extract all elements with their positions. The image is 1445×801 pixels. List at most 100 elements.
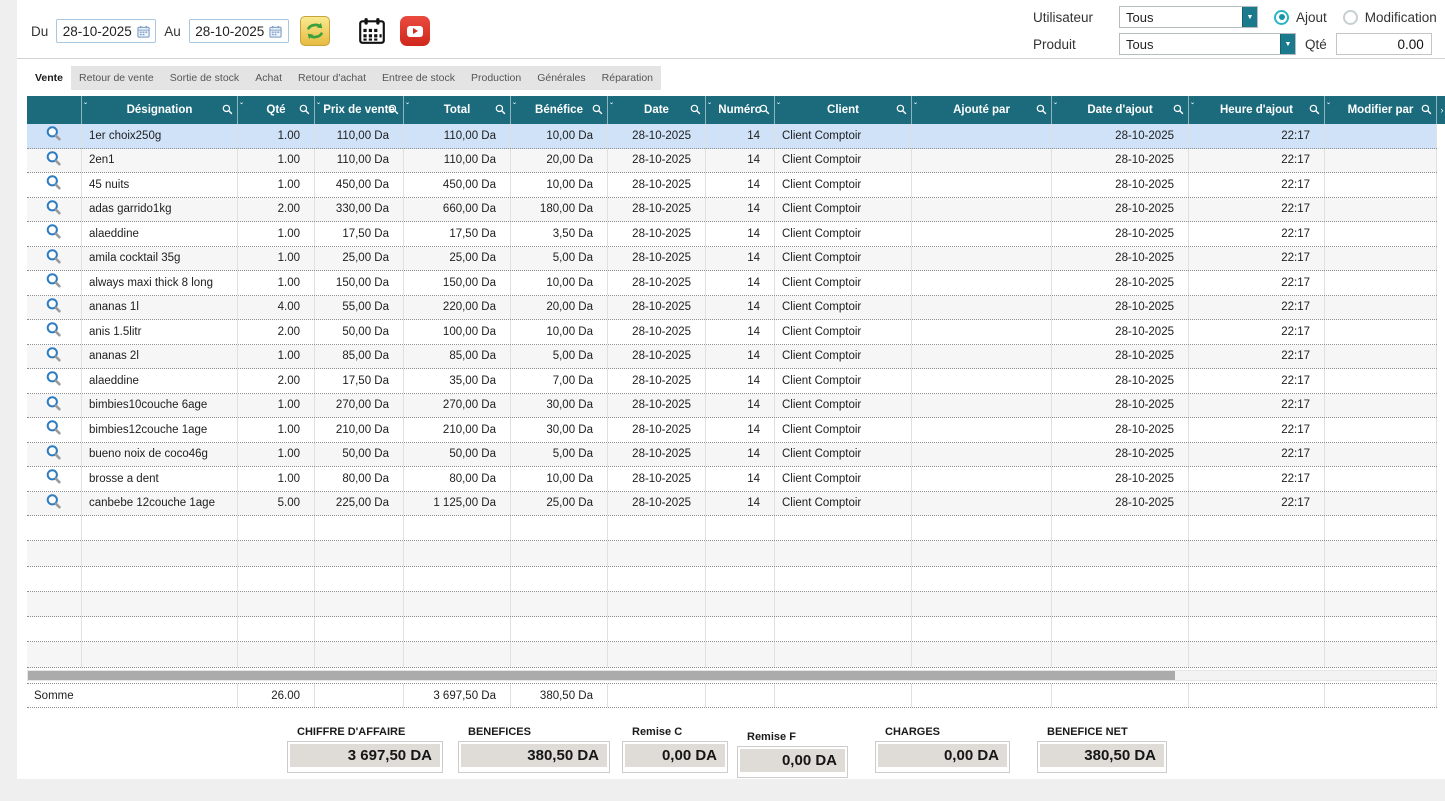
magnifier-icon[interactable] (45, 419, 63, 440)
column-header-client[interactable]: ⌃⌄Client (775, 96, 912, 124)
row-view-cell[interactable] (27, 271, 82, 295)
table-row[interactable]: alaeddine2.0017,50 Da35,00 Da7,00 Da28-1… (27, 369, 1437, 394)
table-row[interactable]: bueno noix de coco46g1.0050,00 Da50,00 D… (27, 443, 1437, 468)
column-search-icon[interactable] (896, 104, 907, 118)
table-row[interactable]: anis 1.5litr2.0050,00 Da100,00 Da10,00 D… (27, 320, 1437, 345)
cell-ajoute-par (912, 394, 1052, 418)
magnifier-icon[interactable] (45, 395, 63, 416)
magnifier-icon[interactable] (45, 199, 63, 220)
du-date-input[interactable]: 28-10-2025 (56, 19, 156, 43)
chevron-down-icon[interactable]: ▼ (1242, 7, 1257, 27)
table-row[interactable]: amila cocktail 35g1.0025,00 Da25,00 Da5,… (27, 247, 1437, 272)
column-header-heure-d-ajout[interactable]: ⌃⌄Heure d'ajout (1189, 96, 1325, 124)
row-view-cell[interactable] (27, 492, 82, 516)
magnifier-icon[interactable] (45, 346, 63, 367)
magnifier-icon[interactable] (45, 125, 63, 146)
column-header-qte[interactable]: ⌃⌄Qté (238, 96, 315, 124)
magnifier-icon[interactable] (45, 272, 63, 293)
row-view-cell[interactable] (27, 467, 82, 491)
summary-value-box: 0,00 DA (737, 746, 848, 778)
youtube-button[interactable] (400, 16, 430, 46)
column-header-prix-de-vente[interactable]: ⌃⌄Prix de vente (315, 96, 404, 124)
magnifier-icon[interactable] (45, 321, 63, 342)
chevron-down-icon[interactable]: ▼ (1280, 34, 1295, 54)
tab-reparation[interactable]: Réparation (594, 66, 661, 90)
row-view-cell[interactable] (27, 124, 82, 148)
column-header-benefice[interactable]: ⌃⌄Bénéfice (511, 96, 608, 124)
column-search-icon[interactable] (495, 104, 506, 118)
column-header-ajoute-par[interactable]: ⌃⌄Ajouté par (912, 96, 1052, 124)
magnifier-icon[interactable] (45, 248, 63, 269)
magnifier-icon[interactable] (45, 370, 63, 391)
table-row[interactable]: alaeddine1.0017,50 Da17,50 Da3,50 Da28-1… (27, 222, 1437, 247)
tab-vente[interactable]: Vente (27, 66, 71, 90)
magnifier-icon[interactable] (45, 468, 63, 489)
qte-input[interactable] (1336, 33, 1432, 55)
modification-radio[interactable] (1343, 10, 1358, 25)
column-search-icon[interactable] (1036, 104, 1047, 118)
column-search-icon[interactable] (1421, 104, 1432, 118)
row-view-cell[interactable] (27, 247, 82, 271)
tab-production[interactable]: Production (463, 66, 529, 90)
tab-retour-d-achat[interactable]: Retour d'achat (290, 66, 374, 90)
magnifier-icon[interactable] (45, 297, 63, 318)
column-header-numero[interactable]: ⌃⌄Numéro (706, 96, 775, 124)
table-row[interactable]: brosse a dent1.0080,00 Da80,00 Da10,00 D… (27, 467, 1437, 492)
magnifier-icon[interactable] (45, 223, 63, 244)
column-search-icon[interactable] (592, 104, 603, 118)
tab-entree-de-stock[interactable]: Entree de stock (374, 66, 463, 90)
row-view-cell[interactable] (27, 320, 82, 344)
table-row[interactable]: ananas 1l4.0055,00 Da220,00 Da20,00 Da28… (27, 296, 1437, 321)
tab-achat[interactable]: Achat (247, 66, 290, 90)
calendar-button[interactable] (356, 15, 388, 47)
table-row[interactable]: 45 nuits1.00450,00 Da450,00 Da10,00 Da28… (27, 173, 1437, 198)
utilisateur-select[interactable]: Tous ▼ (1119, 6, 1258, 28)
magnifier-icon[interactable] (45, 493, 63, 514)
column-search-icon[interactable] (759, 104, 770, 118)
table-row[interactable]: bimbies12couche 1age1.00210,00 Da210,00 … (27, 418, 1437, 443)
tab-sortie-de-stock[interactable]: Sortie de stock (162, 66, 247, 90)
table-row[interactable]: adas garrido1kg2.00330,00 Da660,00 Da180… (27, 198, 1437, 223)
column-header-total[interactable]: ⌃⌄Total (404, 96, 511, 124)
row-view-cell[interactable] (27, 296, 82, 320)
table-row[interactable]: ananas 2l1.0085,00 Da85,00 Da5,00 Da28-1… (27, 345, 1437, 370)
magnifier-icon[interactable] (45, 174, 63, 195)
row-view-cell[interactable] (27, 149, 82, 173)
column-search-icon[interactable] (222, 104, 233, 118)
column-search-icon[interactable] (1173, 104, 1184, 118)
column-header-date-d-ajout[interactable]: ⌃⌄Date d'ajout (1052, 96, 1189, 124)
produit-select[interactable]: Tous ▼ (1119, 33, 1296, 55)
table-row[interactable]: always maxi thick 8 long1.00150,00 Da150… (27, 271, 1437, 296)
column-header-date[interactable]: ⌃⌄Date (608, 96, 706, 124)
row-view-cell[interactable] (27, 418, 82, 442)
row-view-cell[interactable] (27, 443, 82, 467)
column-search-icon[interactable] (299, 104, 310, 118)
column-header-designation[interactable]: ⌃⌄Désignation (82, 96, 238, 124)
column-search-icon[interactable] (1309, 104, 1320, 118)
tab-retour-de-vente[interactable]: Retour de vente (71, 66, 162, 90)
empty-cell (775, 541, 912, 565)
table-row[interactable]: 2en11.00110,00 Da110,00 Da20,00 Da28-10-… (27, 149, 1437, 174)
magnifier-icon[interactable] (45, 150, 63, 171)
scrollbar-thumb[interactable] (28, 671, 1175, 680)
tab-generales[interactable]: Générales (529, 66, 593, 90)
row-view-cell[interactable] (27, 222, 82, 246)
column-header-modifier-par[interactable]: ⌃⌄Modifier par (1325, 96, 1437, 124)
row-view-cell[interactable] (27, 345, 82, 369)
table-row[interactable]: canbebe 12couche 1age5.00225,00 Da1 125,… (27, 492, 1437, 517)
refresh-button[interactable] (300, 16, 330, 46)
table-row[interactable]: bimbies10couche 6age1.00270,00 Da270,00 … (27, 394, 1437, 419)
column-search-icon[interactable] (690, 104, 701, 118)
horizontal-scrollbar[interactable] (27, 670, 1437, 681)
row-view-cell[interactable] (27, 369, 82, 393)
column-search-icon[interactable] (388, 104, 399, 118)
cell-date: 28-10-2025 (608, 222, 706, 246)
row-view-cell[interactable] (27, 394, 82, 418)
ajout-radio[interactable] (1274, 10, 1289, 25)
row-view-cell[interactable] (27, 198, 82, 222)
au-date-input[interactable]: 28-10-2025 (189, 19, 289, 43)
scroll-right-button[interactable]: › (1438, 96, 1445, 124)
row-view-cell[interactable] (27, 173, 82, 197)
table-row[interactable]: 1er choix250g1.00110,00 Da110,00 Da10,00… (27, 124, 1437, 149)
magnifier-icon[interactable] (45, 444, 63, 465)
